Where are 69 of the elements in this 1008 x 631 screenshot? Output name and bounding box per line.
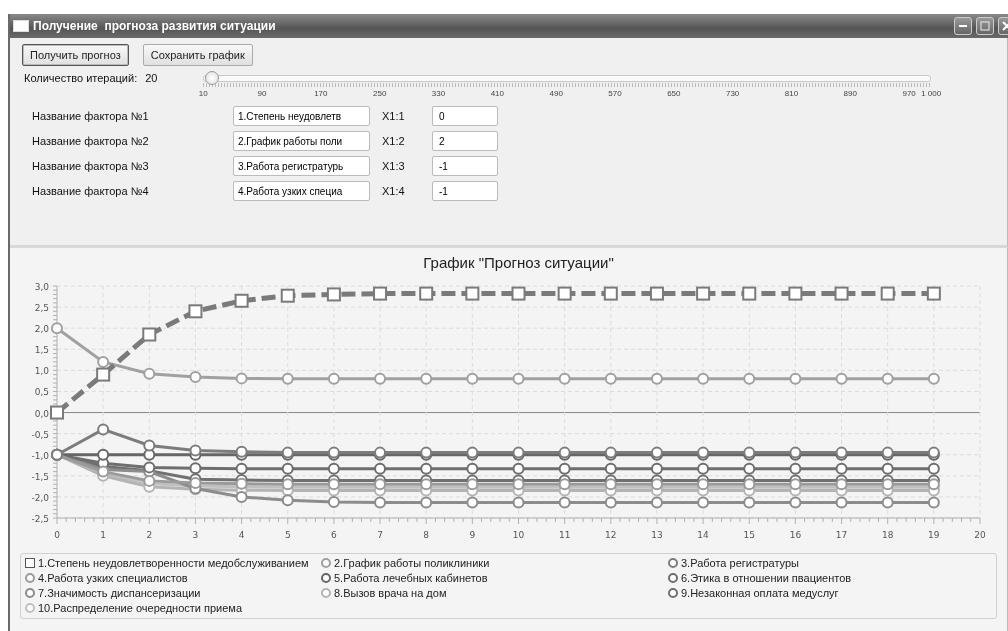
axis-tick-label: -1,5: [31, 471, 49, 482]
factor-label: Название фактора №2: [31, 135, 150, 147]
slider-tick-label: 330: [431, 89, 446, 98]
legend-label: 1.Степень неудовлетворенности медобслуживанием: [38, 557, 309, 569]
slider-tick-label: 810: [784, 89, 799, 98]
factor-key-label: X1:4: [381, 185, 406, 197]
slider-tick-label: 250: [373, 89, 387, 98]
axis-tick-label: 10: [512, 530, 525, 540]
slider-tick-label: 970: [902, 89, 916, 98]
axis-tick-label: 9: [469, 530, 476, 540]
factor-label: Название фактора №1: [31, 110, 150, 122]
axis-tick-label: 0: [54, 530, 60, 540]
slider-tick-label: 890: [843, 89, 857, 98]
axis-tick-label: 1: [100, 530, 106, 540]
factor-label: Название фактора №4: [31, 185, 150, 197]
chart-title: График "Прогноз ситуации": [423, 254, 614, 271]
slider-tick-label: 490: [549, 89, 563, 98]
axis-tick-label: 11: [558, 530, 571, 540]
legend-label: 3.Работа регистратуры: [681, 557, 799, 569]
axis-tick-label: 2,5: [34, 303, 49, 314]
window-title: Получение прогноза развития ситуации: [33, 19, 276, 33]
iterations-label: Количество итераций:: [24, 72, 138, 84]
legend-label: 8.Вызов врача на дом: [334, 587, 447, 599]
axis-tick-label: -2,0: [31, 492, 49, 503]
legend-label: 10.Распределение очередности приема: [38, 602, 242, 614]
axis-tick-label: 15: [743, 530, 755, 540]
legend-label: 6.Этика в отношении пвациентов: [681, 572, 852, 584]
axis-tick-label: 3,0: [34, 282, 49, 292]
axis-tick-label: 20: [974, 530, 986, 540]
axis-tick-label: 16: [789, 530, 802, 540]
legend-label: 7.Значимость диспансеризации: [38, 587, 201, 599]
axis-tick-label: 13: [651, 530, 663, 540]
factor-label: Название фактора №3: [31, 160, 150, 172]
axis-tick-label: 12: [605, 530, 617, 540]
slider-tick-label: 650: [667, 89, 681, 98]
legend-label: 4.Работа узких специалистов: [38, 572, 188, 584]
axis-tick-label: -2,5: [31, 514, 49, 524]
axis-tick-label: 1,5: [34, 345, 49, 356]
axis-tick-label: 1,0: [34, 366, 49, 377]
axis-tick-label: 19: [928, 530, 940, 540]
legend-label: 5.Работа лечебных кабинетов: [334, 572, 488, 584]
axis-tick-label: 8: [423, 530, 430, 540]
axis-tick-label: 2: [146, 530, 153, 540]
axis-tick-label: 0,0: [34, 408, 49, 419]
axis-tick-label: 0,5: [34, 387, 49, 398]
axis-tick-label: 14: [697, 530, 709, 540]
slider-tick-label: 170: [314, 89, 328, 98]
iterations-value: 20: [145, 72, 159, 84]
legend-label: 2.График работы поликлиники: [334, 557, 490, 569]
factor-key-label: X1:1: [381, 110, 406, 122]
axis-tick-label: 17: [835, 530, 848, 540]
slider-tick-label: 730: [725, 89, 740, 98]
axis-tick-label: 6: [331, 530, 337, 540]
axis-tick-label: 18: [881, 530, 894, 540]
slider-tick-label: 570: [608, 89, 622, 98]
axis-tick-label: 4: [238, 530, 245, 540]
axis-tick-label: 5: [284, 530, 291, 540]
factor-key-label: X1:2: [381, 135, 406, 147]
slider-tick-label: 90: [257, 89, 267, 98]
factor-key-label: X1:3: [381, 160, 406, 172]
axis-tick-label: 3: [192, 530, 199, 540]
axis-tick-label: 7: [377, 530, 383, 540]
slider-tick-label: 10: [198, 89, 208, 98]
slider-tick-label: 410: [490, 89, 504, 98]
axis-tick-label: -0,5: [31, 429, 49, 440]
axis-tick-label: -1,0: [31, 450, 49, 461]
axis-tick-label: 2,0: [34, 324, 49, 335]
slider-tick-label: 1 000: [921, 89, 942, 98]
legend-label: 9.Незаконная оплата медуслуг: [681, 587, 839, 599]
